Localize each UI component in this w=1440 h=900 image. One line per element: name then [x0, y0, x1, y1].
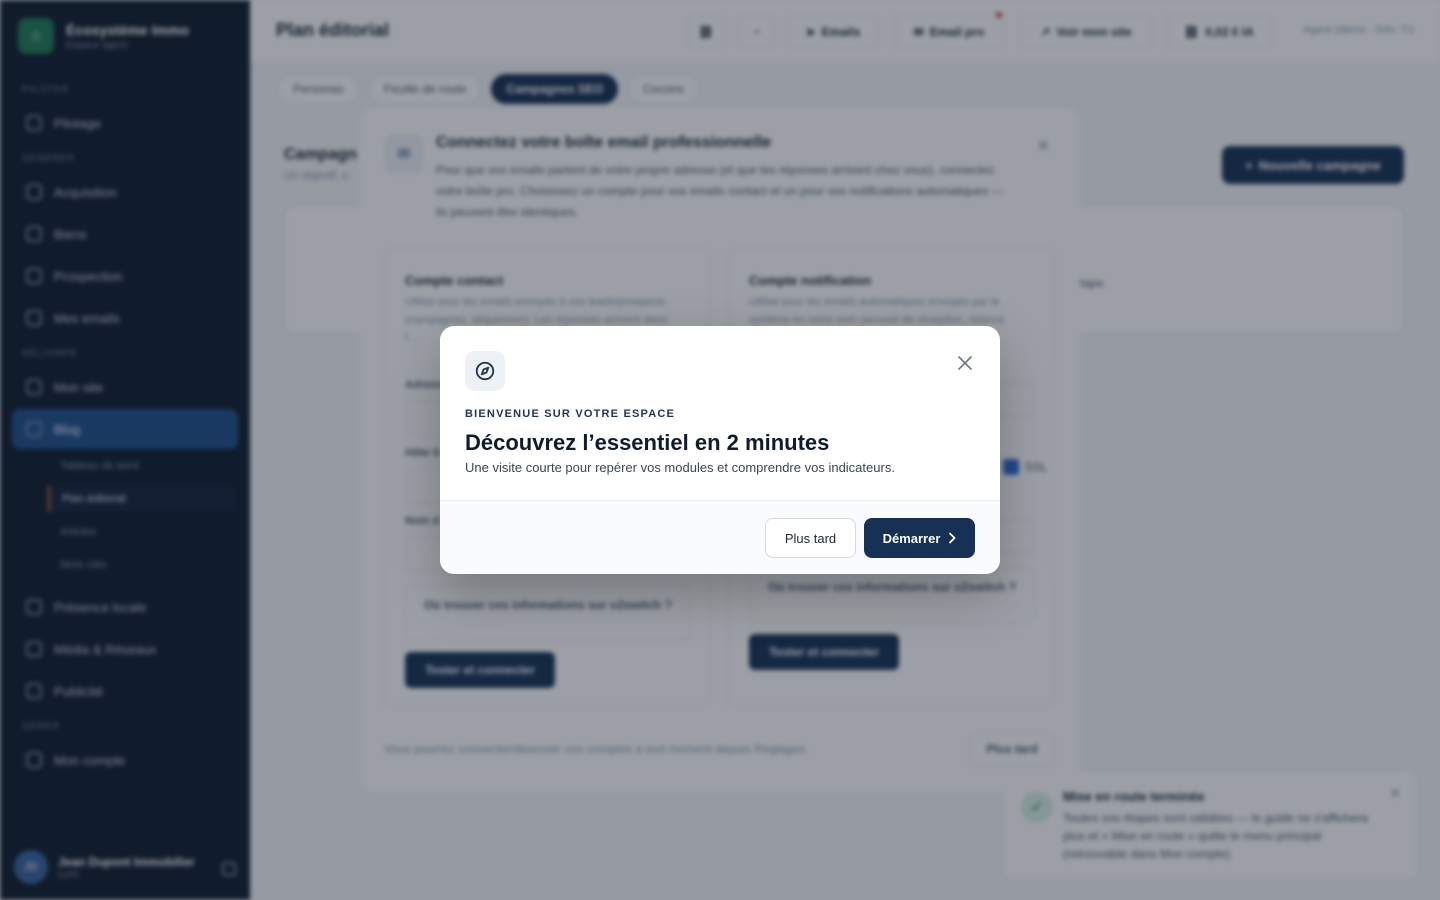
welcome-title: Découvrez l’essentiel en 2 minutes [465, 430, 830, 455]
welcome-eyebrow: BIENVENUE SUR VOTRE ESPACE [465, 408, 676, 420]
later-button[interactable]: Plus tard [765, 518, 856, 558]
chevron-right-icon [949, 532, 956, 544]
start-label: Démarrer [882, 530, 941, 546]
close-icon [958, 356, 972, 370]
start-button[interactable]: Démarrer [864, 518, 975, 558]
compass-icon [465, 351, 505, 391]
close-button[interactable] [952, 350, 978, 376]
welcome-description: Une visite courte pour repérer vos modul… [465, 460, 895, 475]
welcome-modal: BIENVENUE SUR VOTRE ESPACE Découvrez l’e… [440, 326, 1000, 574]
welcome-footer: Plus tard Démarrer [440, 500, 1000, 574]
